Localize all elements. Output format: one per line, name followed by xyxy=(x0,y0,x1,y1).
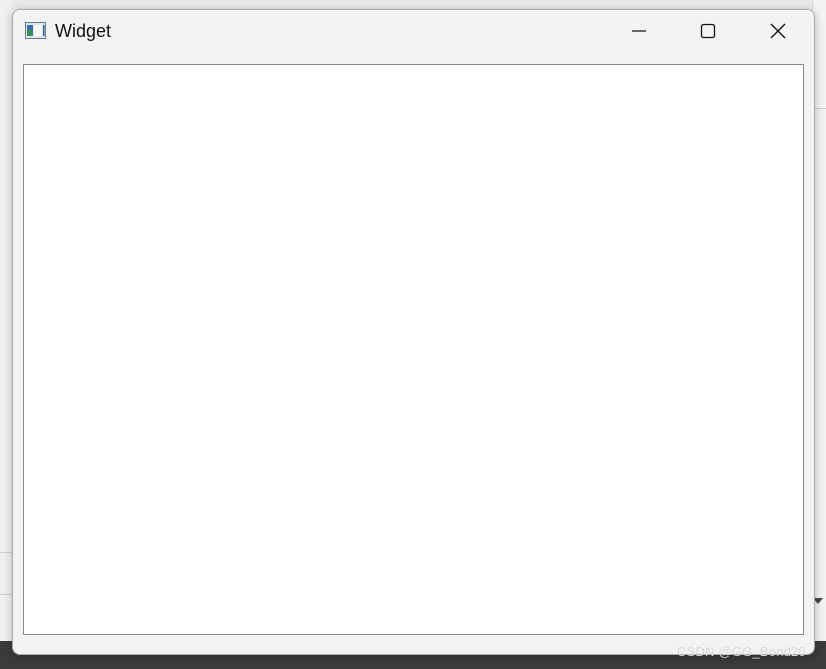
minimize-icon xyxy=(632,30,646,32)
minimize-button[interactable] xyxy=(606,10,672,52)
title-bar[interactable]: Widget xyxy=(13,10,814,52)
window-title: Widget xyxy=(55,21,112,41)
close-icon xyxy=(770,23,786,39)
background-divider xyxy=(0,594,12,595)
close-button[interactable] xyxy=(745,10,811,52)
watermark-text: CSDN @GG_Bond20 xyxy=(677,644,806,659)
maximize-icon xyxy=(700,23,716,39)
background-left-panel xyxy=(0,0,12,669)
widget-window: Widget xyxy=(12,9,815,655)
qt-widget-app-icon xyxy=(25,22,46,39)
maximize-button[interactable] xyxy=(675,10,741,52)
background-divider xyxy=(0,552,12,553)
widget-client-area[interactable] xyxy=(23,64,804,635)
